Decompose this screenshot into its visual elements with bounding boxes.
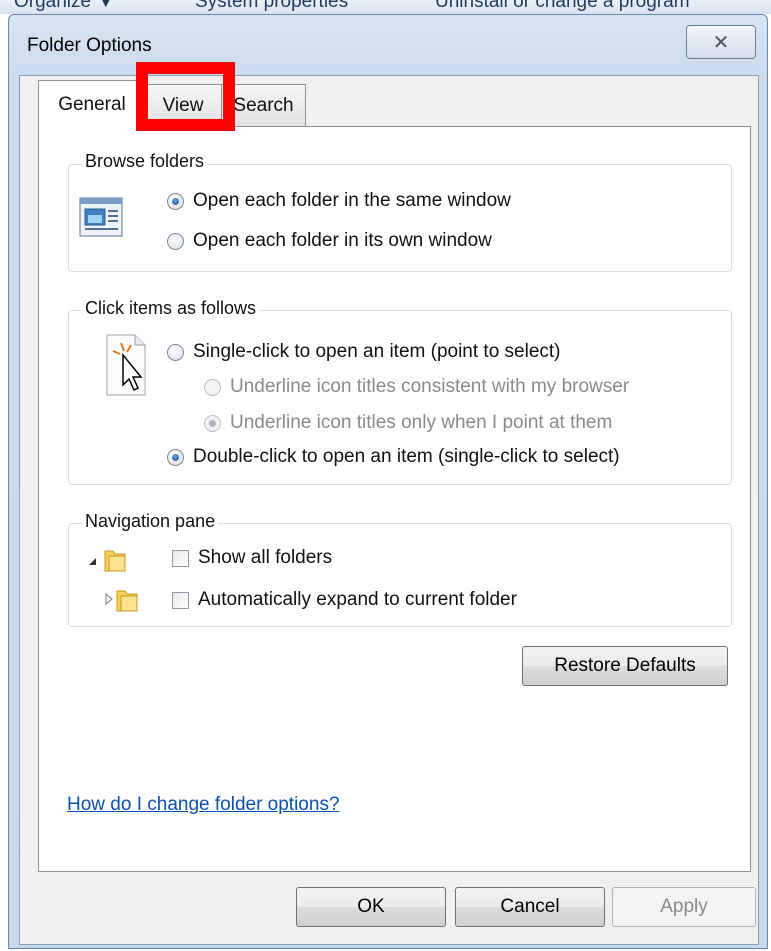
click-items-legend: Click items as follows: [82, 298, 260, 319]
close-icon: ✕: [712, 31, 730, 54]
tab-general[interactable]: General: [38, 80, 146, 128]
radio-button[interactable]: [167, 192, 184, 210]
radio-label: Open each folder in its own window: [193, 230, 492, 251]
radio-label: Single-click to open an item (point to s…: [193, 341, 561, 362]
apply-button[interactable]: Apply: [612, 887, 756, 927]
radio-button[interactable]: [204, 414, 221, 432]
cursor-click-icon: [106, 334, 146, 396]
show-all-folders-option[interactable]: Show all folders: [172, 547, 332, 569]
dialog-title: Folder Options: [27, 35, 152, 56]
background-toolbar: Organize ▼ System properties Uninstall o…: [0, 0, 771, 14]
radio-underline-point[interactable]: Underline icon titles only when I point …: [204, 412, 612, 434]
browse-folders-legend: Browse folders: [82, 151, 208, 172]
help-link[interactable]: How do I change folder options?: [67, 794, 340, 816]
radio-button[interactable]: [204, 378, 221, 396]
navigation-pane-group: [68, 523, 732, 627]
radio-label: Double-click to open an item (single-cli…: [193, 446, 620, 467]
collapsed-folder-icon: [105, 590, 138, 612]
radio-button[interactable]: [167, 343, 184, 361]
radio-underline-browser[interactable]: Underline icon titles consistent with my…: [204, 376, 629, 398]
close-button[interactable]: ✕: [686, 25, 756, 59]
radio-same-window[interactable]: Open each folder in the same window: [167, 190, 511, 212]
uninstall-program-link[interactable]: Uninstall or change a program: [435, 0, 690, 13]
restore-defaults-button[interactable]: Restore Defaults: [522, 646, 728, 686]
system-properties-link[interactable]: System properties: [195, 0, 348, 13]
radio-double-click[interactable]: Double-click to open an item (single-cli…: [167, 446, 620, 468]
radio-own-window[interactable]: Open each folder in its own window: [167, 230, 492, 252]
auto-expand-option[interactable]: Automatically expand to current folder: [172, 589, 517, 611]
folder-window-icon: [79, 197, 123, 237]
radio-label: Open each folder in the same window: [193, 190, 511, 211]
radio-label: Underline icon titles only when I point …: [230, 412, 613, 433]
expanded-folder-icon: [89, 550, 126, 572]
radio-label: Underline icon titles consistent with my…: [230, 376, 630, 397]
organize-menu[interactable]: Organize ▼: [14, 0, 115, 13]
auto-expand-checkbox[interactable]: [172, 591, 189, 609]
browse-folders-group: [68, 164, 732, 272]
checkbox-label: Show all folders: [198, 547, 333, 568]
show-all-folders-checkbox[interactable]: [172, 549, 189, 567]
radio-button[interactable]: [167, 448, 184, 466]
checkbox-label: Automatically expand to current folder: [198, 589, 517, 610]
radio-single-click[interactable]: Single-click to open an item (point to s…: [167, 341, 561, 363]
ok-button[interactable]: OK: [296, 887, 446, 927]
highlight-annotation-box: [136, 62, 235, 131]
navigation-pane-legend: Navigation pane: [82, 511, 219, 532]
cancel-button[interactable]: Cancel: [455, 887, 605, 927]
radio-button[interactable]: [167, 232, 184, 250]
general-tab-panel: Browse folders Open each folder in the s…: [38, 126, 751, 872]
